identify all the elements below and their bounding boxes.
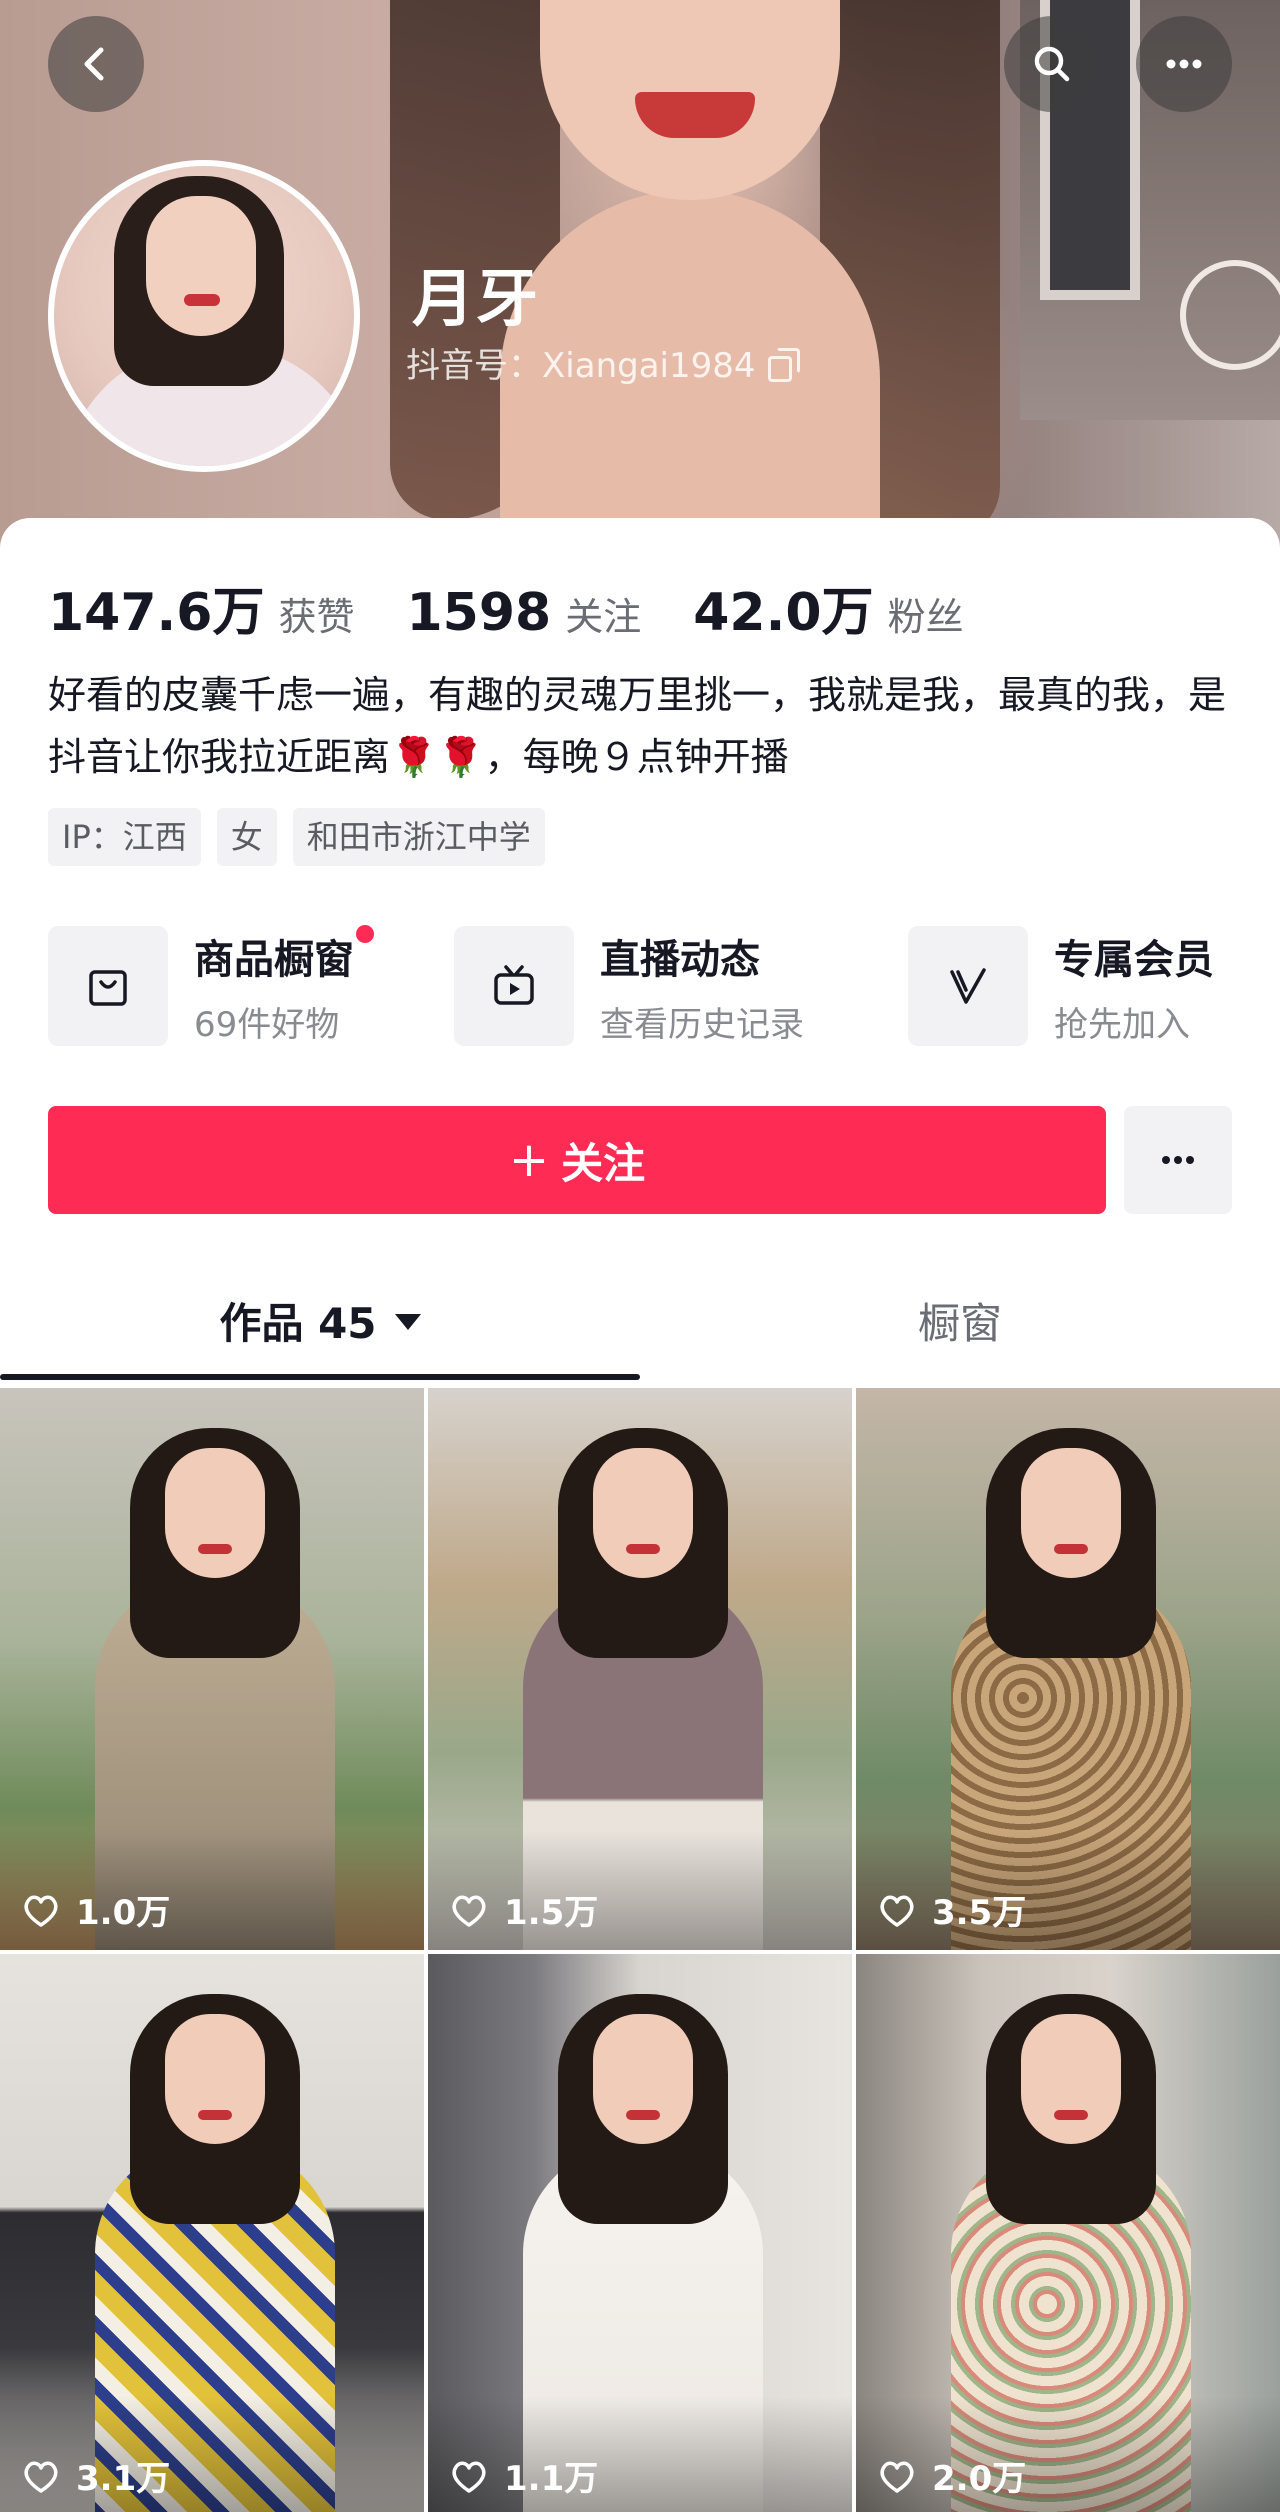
tab-shop-window[interactable]: 橱窗 bbox=[640, 1270, 1280, 1370]
shopping-bag-icon bbox=[89, 970, 127, 1006]
feature-subtitle: 抢先加入 bbox=[1054, 1004, 1190, 1045]
more-actions-button[interactable] bbox=[1124, 1106, 1232, 1214]
heart-outline-icon bbox=[452, 2461, 486, 2493]
heart-outline-icon bbox=[880, 1895, 914, 1927]
feature-title: 直播动态 bbox=[600, 936, 760, 983]
feature-live-history[interactable]: 直播动态 查看历史记录 bbox=[454, 926, 804, 1046]
stat-likes[interactable]: 147.6万 获赞 bbox=[48, 570, 355, 645]
feature-shop-window[interactable]: 商品橱窗 69件好物 bbox=[48, 924, 374, 1046]
tag-ip: IP：江西 bbox=[48, 808, 201, 866]
like-count-text: 1.0万 bbox=[76, 1893, 171, 1933]
douyin-id-text: 抖音号：Xiangai1984 bbox=[406, 346, 756, 386]
like-count: 1.0万 bbox=[20, 1885, 170, 1934]
plus-icon: + bbox=[508, 1132, 550, 1188]
stat-label: 关注 bbox=[565, 595, 642, 639]
tv-icon bbox=[494, 965, 534, 1005]
stat-label: 获赞 bbox=[278, 595, 355, 639]
like-count-text: 3.1万 bbox=[76, 2459, 171, 2499]
follow-button[interactable]: + 关注 bbox=[48, 1106, 1106, 1214]
copy-icon[interactable] bbox=[766, 347, 800, 382]
caret-down-icon bbox=[394, 1314, 421, 1330]
follow-label: 关注 bbox=[561, 1138, 646, 1188]
stat-label: 粉丝 bbox=[887, 595, 964, 639]
video-thumbnail[interactable]: 1.0万 bbox=[0, 1388, 424, 1950]
profile-nickname: 月牙 bbox=[412, 262, 541, 335]
chevron-left-icon bbox=[84, 47, 104, 81]
like-count: 1.1万 bbox=[448, 2451, 598, 2500]
douyin-id[interactable]: 抖音号：Xiangai1984 bbox=[406, 338, 800, 387]
more-dots-icon bbox=[1162, 1156, 1194, 1164]
search-icon bbox=[1034, 46, 1070, 82]
tab-label: 作品 45 bbox=[219, 1298, 377, 1348]
tab-label: 橱窗 bbox=[917, 1298, 1002, 1348]
feature-entries: 商品橱窗 69件好物 直播动态 查看历史记录 专属会员 抢先加入 bbox=[48, 924, 1280, 1046]
like-count-text: 1.5万 bbox=[504, 1893, 599, 1933]
video-thumbnail[interactable]: 3.1万 bbox=[0, 1954, 424, 2512]
stat-value: 1598 bbox=[406, 583, 552, 643]
profile-stats: 147.6万 获赞 1598 关注 42.0万 粉丝 bbox=[48, 570, 1016, 645]
profile-bio: 好看的皮囊千虑一遍，有趣的灵魂万里挑一，我就是我，最真的我，是抖音让你我拉近距离… bbox=[48, 673, 1227, 779]
banner-fan bbox=[1180, 260, 1280, 370]
profile-tags: IP：江西 女 和田市浙江中学 bbox=[48, 808, 545, 866]
like-count: 2.0万 bbox=[876, 2451, 1026, 2500]
video-thumbnail[interactable]: 2.0万 bbox=[856, 1954, 1280, 2512]
feature-subtitle: 69件好物 bbox=[194, 1004, 340, 1045]
active-tab-indicator bbox=[0, 1374, 640, 1380]
more-dots-icon bbox=[1166, 59, 1202, 69]
feature-title: 商品橱窗 bbox=[194, 936, 354, 983]
video-grid: 1.0万 1.5万 3.5万 3.1万 1.1万 2.0万 bbox=[0, 1388, 1280, 2512]
like-count-text: 3.5万 bbox=[932, 1893, 1027, 1933]
like-count-text: 1.1万 bbox=[504, 2459, 599, 2499]
tag-school[interactable]: 和田市浙江中学 bbox=[292, 808, 545, 866]
banner-lips bbox=[635, 92, 755, 138]
more-options-button[interactable] bbox=[1136, 16, 1232, 112]
stat-following[interactable]: 1598 关注 bbox=[407, 583, 642, 643]
v-badge-icon bbox=[950, 968, 986, 1004]
avatar[interactable] bbox=[48, 160, 360, 472]
like-count: 1.5万 bbox=[448, 1885, 598, 1934]
content-tabs: 作品 45 橱窗 bbox=[0, 1270, 1280, 1380]
like-count: 3.5万 bbox=[876, 1885, 1026, 1934]
search-button[interactable] bbox=[1004, 16, 1100, 112]
feature-subtitle: 查看历史记录 bbox=[600, 1004, 804, 1045]
back-button[interactable] bbox=[48, 16, 144, 112]
stat-followers[interactable]: 42.0万 粉丝 bbox=[693, 570, 963, 645]
feature-title: 专属会员 bbox=[1054, 936, 1214, 983]
video-thumbnail[interactable]: 1.5万 bbox=[428, 1388, 852, 1950]
like-count-text: 2.0万 bbox=[932, 2459, 1027, 2499]
feature-membership[interactable]: 专属会员 抢先加入 bbox=[908, 926, 1214, 1046]
stat-value: 42.0万 bbox=[693, 583, 874, 643]
tab-works[interactable]: 作品 45 bbox=[0, 1270, 640, 1370]
heart-outline-icon bbox=[24, 1895, 58, 1927]
like-count: 3.1万 bbox=[20, 2451, 170, 2500]
heart-outline-icon bbox=[24, 2461, 58, 2493]
heart-outline-icon bbox=[452, 1895, 486, 1927]
notification-dot bbox=[356, 924, 374, 943]
stat-value: 147.6万 bbox=[48, 583, 265, 643]
video-thumbnail[interactable]: 1.1万 bbox=[428, 1954, 852, 2512]
tag-gender: 女 bbox=[216, 808, 277, 866]
heart-outline-icon bbox=[880, 2461, 914, 2493]
video-thumbnail[interactable]: 3.5万 bbox=[856, 1388, 1280, 1950]
